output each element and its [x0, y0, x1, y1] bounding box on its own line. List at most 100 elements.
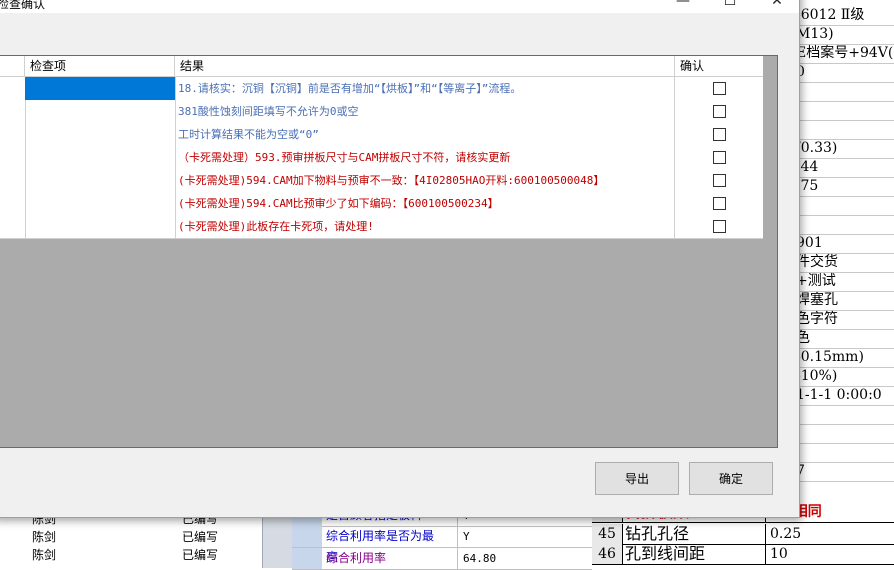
confirm-cell[interactable] — [675, 123, 763, 146]
close-icon[interactable]: ✕ — [755, 0, 799, 13]
column-header-result[interactable]: 结果 — [175, 56, 675, 76]
spec-line — [796, 405, 894, 425]
result-cell[interactable]: (卡死需处理)594.CAM加下物料与预审不一致：【4I02805HAO开料:6… — [175, 169, 675, 192]
confirm-checkbox[interactable] — [713, 174, 726, 187]
confirm-cell[interactable] — [675, 77, 763, 100]
spec-line: M13) — [796, 25, 894, 45]
check-item-cell[interactable] — [25, 192, 176, 215]
check-confirm-dialog: 检查确认 — ☐ ✕ 检查项 结果 确认 18.请核实：沉铜【沉铜】前是否有增加… — [0, 0, 800, 518]
check-results-grid[interactable]: 检查项 结果 确认 18.请核实：沉铜【沉铜】前是否有增加“【烘板】”和“【等离… — [0, 55, 778, 448]
row-header[interactable] — [0, 146, 26, 169]
spec-line: 件交货 — [796, 253, 894, 273]
spec-line: .75 — [796, 177, 894, 197]
property-row[interactable]: 综合利用率 64.80 — [292, 548, 592, 570]
export-button[interactable]: 导出 — [595, 462, 679, 495]
author-name: 陈剑 — [32, 548, 57, 562]
spec-line — [796, 215, 894, 235]
confirm-checkbox[interactable] — [713, 197, 726, 210]
spec-row-value: 0.25 — [770, 526, 802, 542]
table-row[interactable]: (卡死需处理)594.CAM比预审少了如下编码：【600100500234】 — [0, 192, 763, 216]
check-item-cell[interactable] — [25, 146, 176, 169]
confirm-checkbox[interactable] — [713, 220, 726, 233]
confirm-cell[interactable] — [675, 169, 763, 192]
dialog-title: 检查确认 — [0, 0, 46, 11]
result-cell[interactable]: （卡死需处理）593.预审拼板尺寸与CAM拼板尺寸不符，请核实更新 — [175, 146, 675, 169]
row-header[interactable] — [0, 169, 26, 192]
confirm-checkbox[interactable] — [713, 105, 726, 118]
table-row[interactable]: 工时计算结果不能为空或“0” — [0, 123, 763, 147]
spec-line: 色字符 — [796, 310, 894, 330]
table-row[interactable]: 381酸性蚀刻间距填写不允许为0或空 — [0, 100, 763, 124]
spec-line: 0 — [796, 63, 894, 83]
confirm-cell[interactable] — [675, 146, 763, 169]
result-cell[interactable]: 工时计算结果不能为空或“0” — [175, 123, 675, 146]
author-status: 已编写 — [182, 530, 219, 544]
property-name: 综合利用率是否为最高 — [326, 529, 435, 564]
property-value: Y — [457, 526, 591, 547]
table-row[interactable]: （卡死需处理）593.预审拼板尺寸与CAM拼板尺寸不符，请核实更新 — [0, 146, 763, 170]
confirm-checkbox[interactable] — [713, 128, 726, 141]
spec-row-label: 钻孔孔径 — [625, 524, 766, 544]
spec-line: 焊塞孔 — [796, 291, 894, 311]
spec-line: -6012 Ⅱ级 — [796, 6, 894, 26]
author-name: 陈剑 — [32, 530, 57, 544]
spec-line: 1-1-1 0:00:0 — [796, 386, 894, 406]
spec-line — [796, 443, 894, 463]
spec-row: 45 钻孔孔径 0.25 — [592, 524, 894, 545]
confirm-checkbox[interactable] — [713, 82, 726, 95]
check-item-cell[interactable] — [25, 123, 176, 146]
spec-row: 46 孔到线间距 10 — [592, 544, 894, 565]
grid-header: 检查项 结果 确认 — [0, 56, 763, 77]
confirm-cell[interactable] — [675, 100, 763, 123]
row-header[interactable] — [0, 100, 26, 123]
author-status: 已编写 — [182, 548, 219, 562]
confirm-cell[interactable] — [675, 215, 763, 238]
confirm-cell[interactable] — [675, 192, 763, 215]
result-cell[interactable]: (卡死需处理)594.CAM比预审少了如下编码：【600100500234】 — [175, 192, 675, 215]
property-row[interactable]: 综合利用率是否为最高 Y — [292, 526, 592, 564]
row-header[interactable] — [0, 123, 26, 146]
spec-line: 901 — [796, 234, 894, 254]
row-header[interactable] — [0, 77, 26, 100]
ok-button[interactable]: 确定 — [689, 462, 773, 495]
result-cell[interactable]: (卡死需处理)此板存在卡死项，请处理! — [175, 215, 675, 238]
row-header[interactable] — [0, 215, 26, 238]
table-row[interactable]: (卡死需处理)此板存在卡死项，请处理! — [0, 215, 763, 239]
table-row[interactable]: (卡死需处理)594.CAM加下物料与预审不一致：【4I02805HAO开料:6… — [0, 169, 763, 193]
property-value: 64.80 — [457, 548, 591, 569]
spec-row-label: 孔到线间距 — [625, 544, 766, 564]
table-row[interactable]: 18.请核实：沉铜【沉铜】前是否有增加“【烘板】”和“【等离子】”流程。 — [0, 77, 763, 101]
result-cell[interactable]: 18.请核实：沉铜【沉铜】前是否有增加“【烘板】”和“【等离子】”流程。 — [175, 77, 675, 100]
spec-line — [796, 196, 894, 216]
spec-line: /0.33) — [796, 139, 894, 159]
minimize-icon[interactable]: — — [661, 0, 705, 13]
spec-line: .44 — [796, 158, 894, 178]
dialog-titlebar[interactable]: 检查确认 — ☐ ✕ — [0, 0, 799, 13]
result-cell[interactable]: 381酸性蚀刻间距填写不允许为0或空 — [175, 100, 675, 123]
spec-line — [796, 424, 894, 444]
spec-line: +测试 — [796, 272, 894, 292]
background-property-grid: 是否顾客指定板料 Y 综合利用率是否为最高 Y 综合利用率 64.80 — [292, 505, 592, 570]
spec-line — [796, 101, 894, 121]
column-header-check-item[interactable]: 检查项 — [25, 56, 175, 76]
column-header-confirm[interactable]: 确认 — [675, 56, 763, 76]
spec-line — [796, 82, 894, 102]
check-item-cell[interactable] — [25, 100, 176, 123]
spec-line: -10%) — [796, 367, 894, 387]
check-item-cell[interactable] — [25, 215, 176, 238]
background-spec-column: -6012 Ⅱ级 M13) E档案号+94V(0/0.33) .44.75 901 件交货… — [796, 0, 894, 568]
spec-row-number: 45 — [592, 524, 623, 544]
spec-row-number: 46 — [592, 544, 623, 564]
confirm-checkbox[interactable] — [713, 151, 726, 164]
maximize-icon[interactable]: ☐ — [708, 0, 752, 13]
check-item-cell[interactable] — [25, 169, 176, 192]
grid-scroll-area — [763, 56, 777, 447]
property-name: 综合利用率 — [326, 551, 387, 565]
row-header[interactable] — [0, 192, 26, 215]
background-splitter-panel — [262, 513, 293, 568]
row-header-corner — [0, 56, 25, 76]
spec-row-value: 10 — [770, 546, 788, 562]
check-item-cell[interactable] — [25, 77, 176, 100]
spec-line: -0.15mm) — [796, 348, 894, 368]
spec-line: E档案号+94V( — [796, 44, 894, 64]
